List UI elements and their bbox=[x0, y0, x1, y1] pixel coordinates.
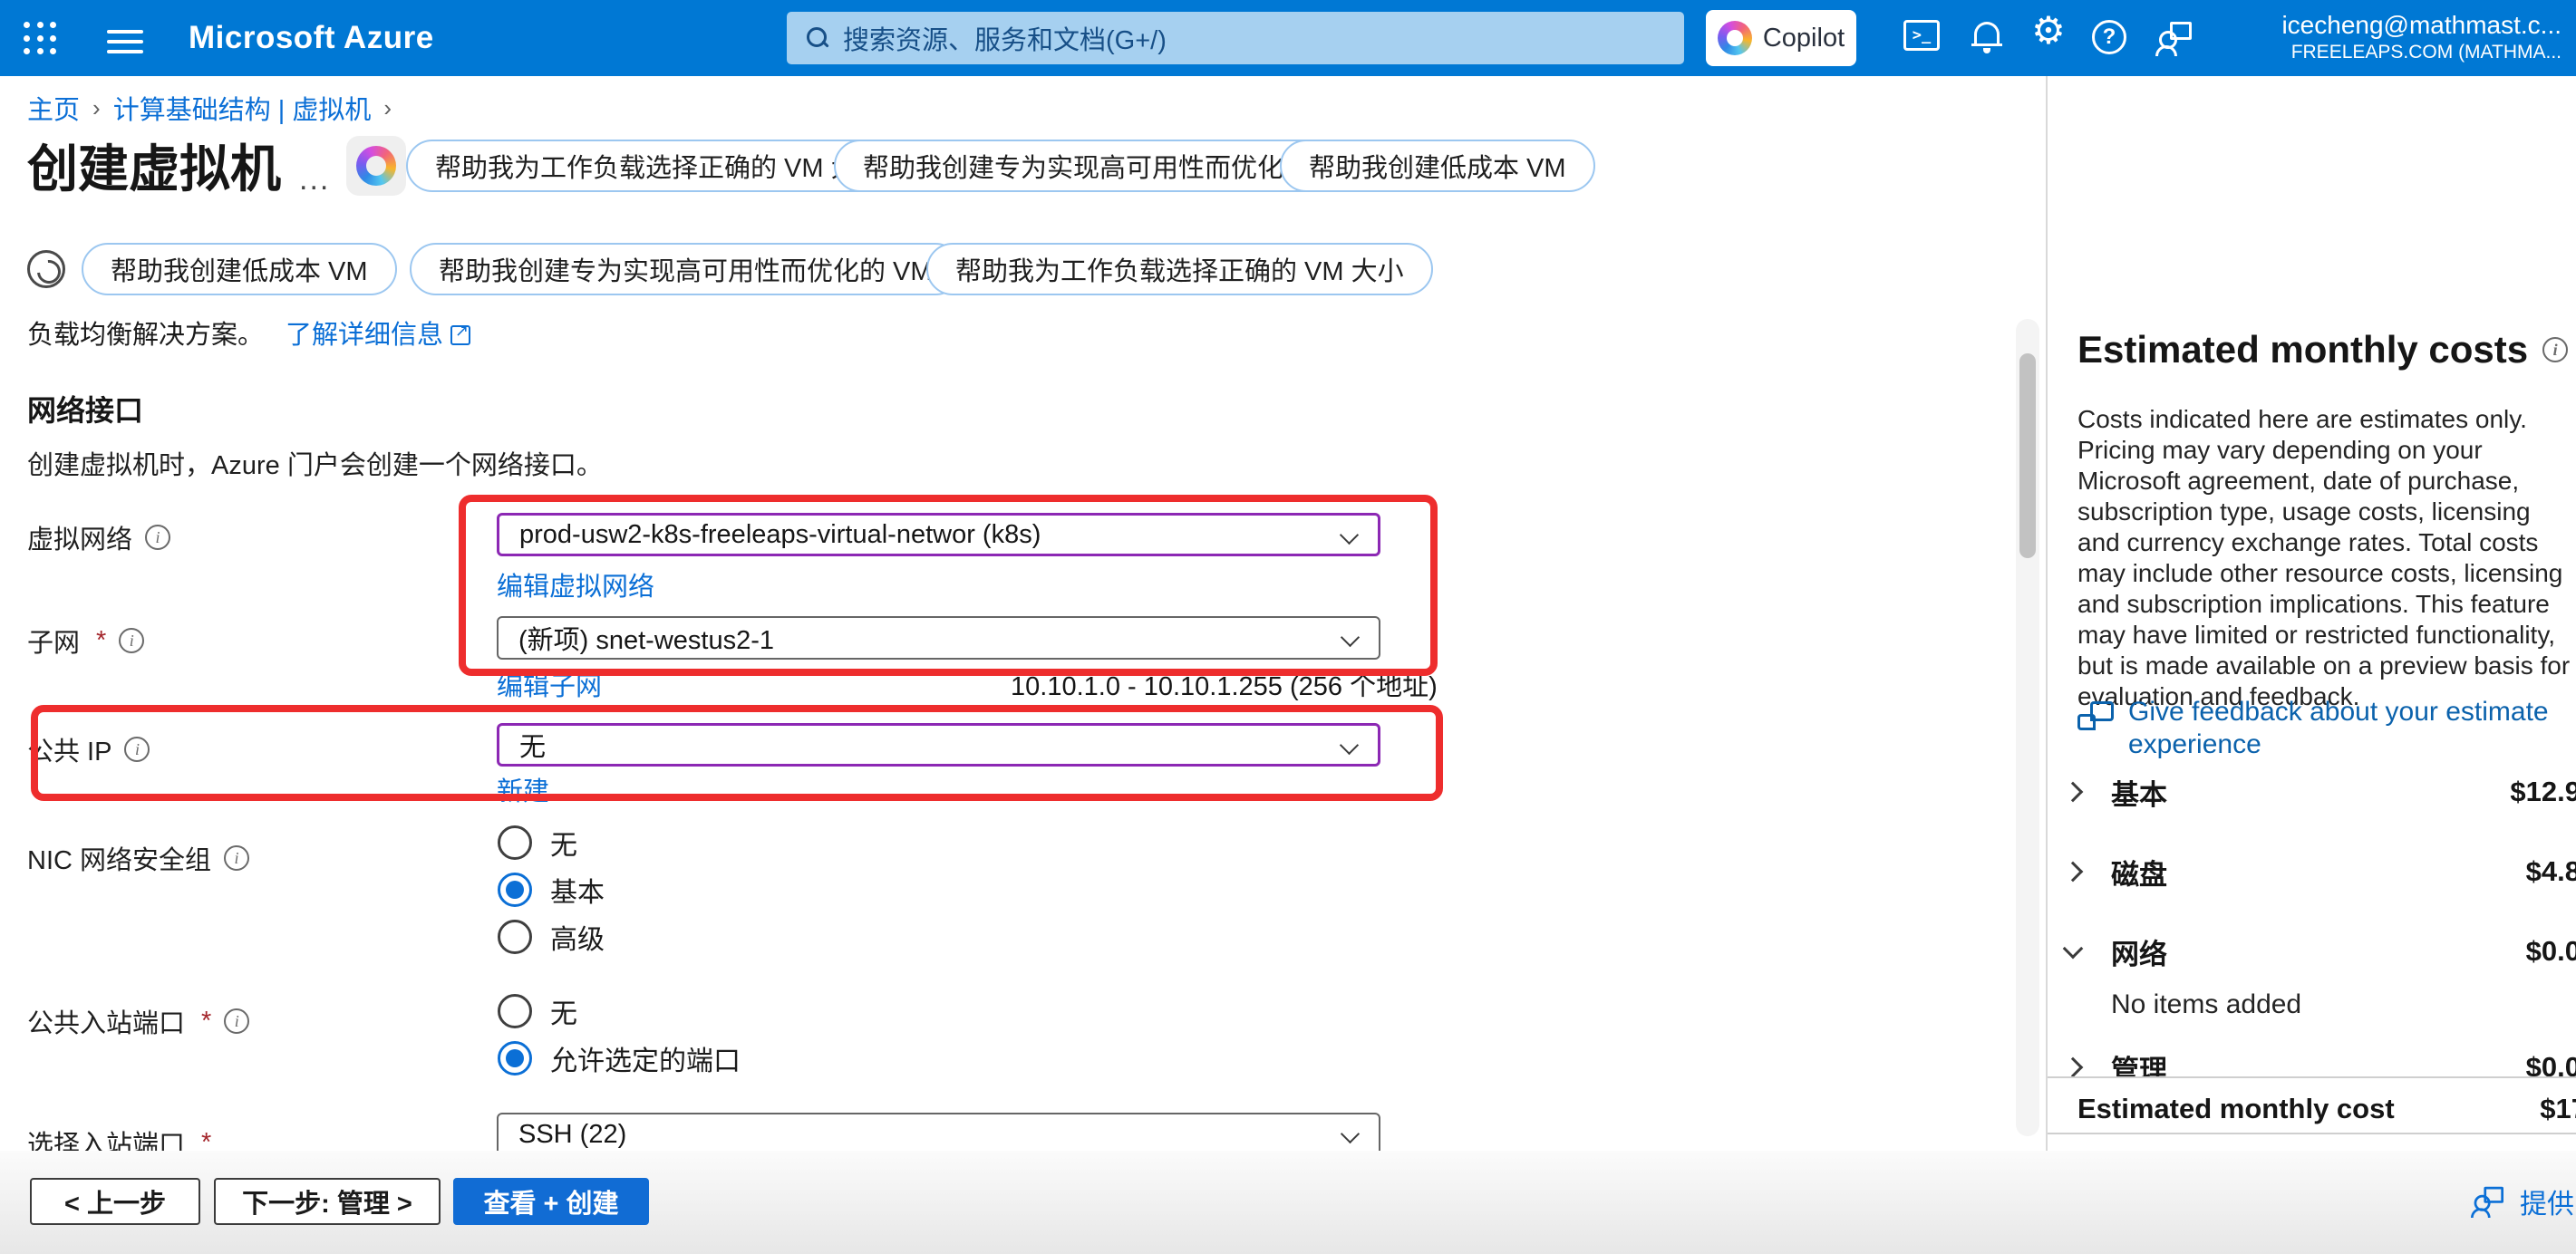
subnet-address-range: 10.10.1.0 - 10.10.1.255 (256 个地址) bbox=[1011, 665, 1438, 703]
account-tenant: FREELEAPS.COM (MATHMA... bbox=[2281, 42, 2561, 63]
scrollbar-thumb[interactable] bbox=[2019, 353, 2036, 558]
external-link-icon bbox=[450, 325, 470, 345]
info-icon[interactable]: i bbox=[145, 525, 170, 550]
info-icon[interactable]: i bbox=[119, 628, 144, 653]
radio-icon[interactable] bbox=[498, 920, 532, 954]
nic-nsg-option-none[interactable]: 无 bbox=[498, 823, 577, 863]
public-ip-dropdown[interactable]: 无 bbox=[497, 723, 1380, 767]
nic-nsg-label: NIC 网络安全组 i bbox=[27, 839, 249, 877]
cost-total-label: Estimated monthly cost bbox=[2077, 1093, 2395, 1125]
cost-total-amount: $17 bbox=[2540, 1093, 2576, 1125]
copilot-button-label: Copilot bbox=[1763, 24, 1845, 53]
info-icon[interactable]: i bbox=[2542, 337, 2568, 362]
virtual-network-dropdown[interactable]: prod-usw2-k8s-freeleaps-virtual-networ (… bbox=[497, 513, 1380, 556]
edit-subnet-link[interactable]: 编辑子网 bbox=[497, 665, 602, 703]
chevron-down-icon bbox=[1340, 736, 1359, 755]
wizard-footer-bar: < 上一步 下一步: 管理 > 查看 + 创建 提供 bbox=[0, 1151, 2576, 1254]
app-title[interactable]: Microsoft Azure bbox=[189, 20, 434, 56]
edit-virtual-network-link[interactable]: 编辑虚拟网络 bbox=[497, 565, 654, 603]
inbound-ports-option-none[interactable]: 无 bbox=[498, 991, 577, 1031]
network-interface-description: 创建虚拟机时，Azure 门户会创建一个网络接口。 bbox=[27, 444, 603, 482]
feedback-icon[interactable] bbox=[2154, 20, 2193, 56]
app-launcher-icon[interactable] bbox=[24, 22, 58, 56]
main-content: 主页 › 计算基础结构 | 虚拟机 › 创建虚拟机 ... 帮助我为工作负载选择… bbox=[0, 76, 2576, 1151]
breadcrumb-virtual-machines[interactable]: 计算基础结构 | 虚拟机 bbox=[113, 89, 372, 127]
virtual-network-label: 虚拟网络 i bbox=[27, 518, 170, 556]
radio-selected-icon[interactable] bbox=[498, 1041, 532, 1076]
account-menu[interactable]: icecheng@mathmast.c... FREELEAPS.COM (MA… bbox=[2281, 11, 2561, 63]
help-icon[interactable]: ? bbox=[2092, 20, 2132, 56]
search-icon bbox=[807, 27, 828, 49]
info-icon[interactable]: i bbox=[224, 845, 249, 871]
more-options-ellipsis[interactable]: ... bbox=[299, 162, 330, 198]
copilot-icon bbox=[1718, 21, 1752, 55]
next-step-management-button[interactable]: 下一步: 管理 > bbox=[214, 1178, 441, 1225]
cost-network-note: No items added bbox=[2111, 989, 2301, 1020]
chevron-down-icon bbox=[1341, 628, 1360, 647]
copilot-chip2-vm-size[interactable]: 帮助我为工作负载选择正确的 VM 大小 bbox=[926, 243, 1433, 295]
global-search-input[interactable]: 搜索资源、服务和文档(G+/) bbox=[787, 12, 1684, 64]
nic-nsg-option-basic[interactable]: 基本 bbox=[498, 870, 605, 910]
chevron-right-icon[interactable] bbox=[2063, 862, 2084, 883]
chevron-right-icon[interactable] bbox=[2063, 782, 2084, 803]
network-interface-heading: 网络接口 bbox=[27, 388, 143, 429]
copilot-outline-icon bbox=[27, 250, 65, 288]
create-new-public-ip-link[interactable]: 新建 bbox=[497, 770, 549, 808]
review-create-button[interactable]: 查看 + 创建 bbox=[453, 1178, 649, 1225]
feedback-person-icon bbox=[2469, 1185, 2505, 1218]
account-email: icecheng@mathmast.c... bbox=[2281, 11, 2561, 40]
subnet-dropdown[interactable]: (新项) snet-westus2-1 bbox=[497, 616, 1380, 660]
costs-disclaimer: Costs indicated here are estimates only.… bbox=[2077, 404, 2576, 712]
radio-icon[interactable] bbox=[498, 825, 532, 860]
give-feedback-link[interactable]: 提供 bbox=[2467, 1182, 2574, 1221]
copilot-button[interactable]: Copilot bbox=[1706, 10, 1856, 66]
copilot-chip2-low-cost[interactable]: 帮助我创建低成本 VM bbox=[82, 243, 397, 295]
portal-menu-icon[interactable] bbox=[107, 24, 143, 53]
copilot-suggestions-icon[interactable] bbox=[346, 136, 406, 196]
breadcrumb-separator: › bbox=[92, 94, 101, 122]
info-icon[interactable]: i bbox=[124, 737, 150, 762]
chevron-down-icon bbox=[1341, 1124, 1360, 1143]
learn-more-link[interactable]: 了解详细信息 bbox=[286, 314, 470, 352]
select-inbound-ports-dropdown[interactable]: SSH (22) bbox=[497, 1113, 1380, 1151]
load-balancing-text: 负载均衡解决方案。 bbox=[27, 314, 264, 352]
breadcrumb-home[interactable]: 主页 bbox=[27, 89, 80, 127]
chevron-down-icon bbox=[1340, 526, 1359, 545]
public-inbound-ports-label: 公共入站端口* i bbox=[27, 1002, 249, 1040]
nic-nsg-option-advanced[interactable]: 高级 bbox=[498, 917, 605, 957]
cost-row-network[interactable]: 网络 $0.0 bbox=[2066, 928, 2573, 975]
cost-row-basic[interactable]: 基本 $12.9 bbox=[2066, 768, 2573, 815]
estimate-feedback-link[interactable]: Give feedback about your estimate experi… bbox=[2077, 696, 2549, 761]
inbound-ports-option-allow-selected[interactable]: 允许选定的端口 bbox=[498, 1038, 741, 1078]
cost-row-disk[interactable]: 磁盘 $4.8 bbox=[2066, 848, 2573, 895]
feedback-bubbles-icon bbox=[2077, 701, 2114, 738]
previous-step-button[interactable]: < 上一步 bbox=[30, 1178, 200, 1225]
notifications-bell-icon[interactable] bbox=[1967, 20, 2007, 56]
breadcrumb-separator: › bbox=[383, 94, 392, 122]
chevron-right-icon[interactable] bbox=[2063, 1057, 2084, 1078]
copilot-chip-low-cost[interactable]: 帮助我创建低成本 VM bbox=[1280, 140, 1595, 192]
info-icon[interactable]: i bbox=[224, 1008, 249, 1034]
public-ip-label: 公共 IP i bbox=[27, 730, 150, 768]
breadcrumb: 主页 › 计算基础结构 | 虚拟机 › bbox=[27, 89, 392, 127]
page-title: 创建虚拟机 bbox=[27, 129, 281, 202]
select-inbound-ports-label: 选择入站端口* bbox=[27, 1124, 211, 1151]
radio-selected-icon[interactable] bbox=[498, 873, 532, 907]
subnet-label: 子网* i bbox=[27, 622, 144, 660]
cloud-shell-icon[interactable]: >_ bbox=[1903, 20, 1943, 56]
radio-icon[interactable] bbox=[498, 994, 532, 1028]
top-header-bar: Microsoft Azure 搜索资源、服务和文档(G+/) Copilot … bbox=[0, 0, 2576, 76]
settings-gear-icon[interactable]: ⚙ bbox=[2029, 13, 2068, 49]
costs-panel-title: Estimated monthly costs i bbox=[2077, 328, 2568, 371]
chevron-down-icon[interactable] bbox=[2063, 939, 2084, 960]
cost-total-row: Estimated monthly cost $17 bbox=[2048, 1076, 2576, 1134]
estimated-costs-panel: Estimated monthly costs i Costs indicate… bbox=[2046, 76, 2576, 1151]
search-placeholder: 搜索资源、服务和文档(G+/) bbox=[843, 19, 1167, 57]
copilot-chip2-high-availability[interactable]: 帮助我创建专为实现高可用性而优化的 VM bbox=[410, 243, 962, 295]
